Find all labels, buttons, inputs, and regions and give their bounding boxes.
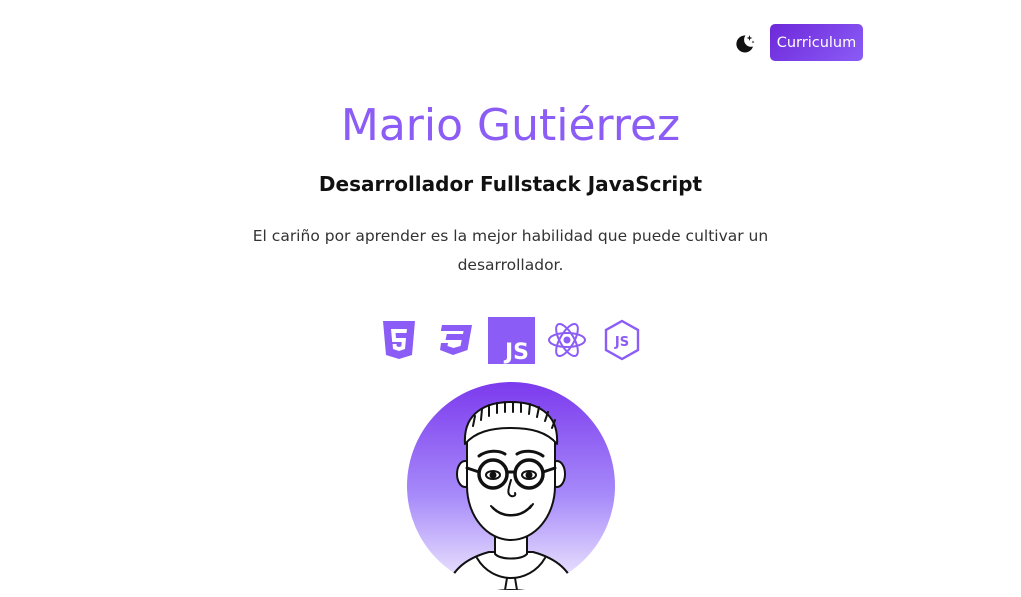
tagline: El cariño por aprender es la mejor habil…: [252, 227, 769, 274]
page-title: Mario Gutiérrez: [340, 100, 681, 151]
javascript-icon: JS: [488, 316, 535, 364]
nodejs-icon-text: JS: [614, 335, 629, 350]
html5-icon: [381, 316, 417, 364]
avatar: [407, 382, 615, 590]
job-title: Desarrollador Fullstack JavaScript: [318, 172, 703, 196]
nodejs-icon: JS: [603, 316, 641, 364]
tech-stack: JS JS: [0, 316, 1021, 364]
avatar-illustration: [446, 401, 576, 590]
curriculum-button[interactable]: Curriculum: [770, 24, 863, 61]
javascript-icon-text: JS: [503, 340, 529, 364]
react-icon: [547, 316, 587, 364]
css3-icon: [436, 316, 474, 364]
portfolio-page: Curriculum Mario Gutiérrez Desarrollador…: [0, 0, 1021, 597]
moon-stars-icon[interactable]: [729, 29, 759, 59]
